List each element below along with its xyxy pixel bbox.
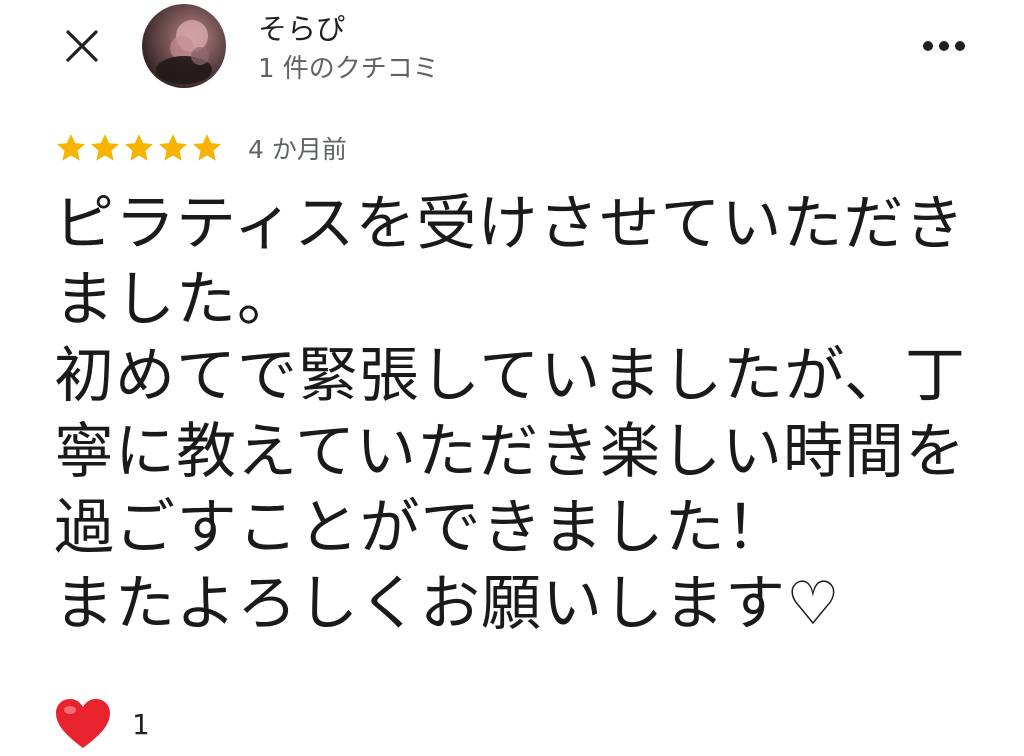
author-name[interactable]: そらぴ [258, 6, 345, 48]
review-detail-view: そらぴ 1 件のクチコミ 4 か月前 ピラティスを受けさせていただき ました。 … [0, 0, 1024, 756]
close-button[interactable] [58, 22, 106, 70]
star-icon [159, 134, 187, 161]
star-icon [125, 134, 153, 161]
star-icon [57, 134, 85, 161]
author-review-count: 1 件のクチコミ [258, 54, 439, 84]
star-icon [193, 134, 221, 161]
review-text: ピラティスを受けさせていただき ました。 初めてで緊張していましたが、丁 寧に教… [54, 189, 966, 639]
star-icon [91, 134, 119, 161]
like-count: 1 [132, 707, 150, 741]
heart-icon [56, 699, 110, 748]
rating-row: 4 か月前 [54, 128, 347, 168]
more-horizontal-icon [923, 41, 965, 51]
star-rating [54, 131, 224, 165]
avatar-image [156, 20, 212, 84]
like-button[interactable]: 1 [54, 698, 150, 750]
avatar[interactable] [142, 4, 226, 88]
close-icon [66, 30, 98, 62]
review-date: 4 か月前 [248, 135, 347, 164]
more-options-button[interactable] [916, 26, 972, 66]
